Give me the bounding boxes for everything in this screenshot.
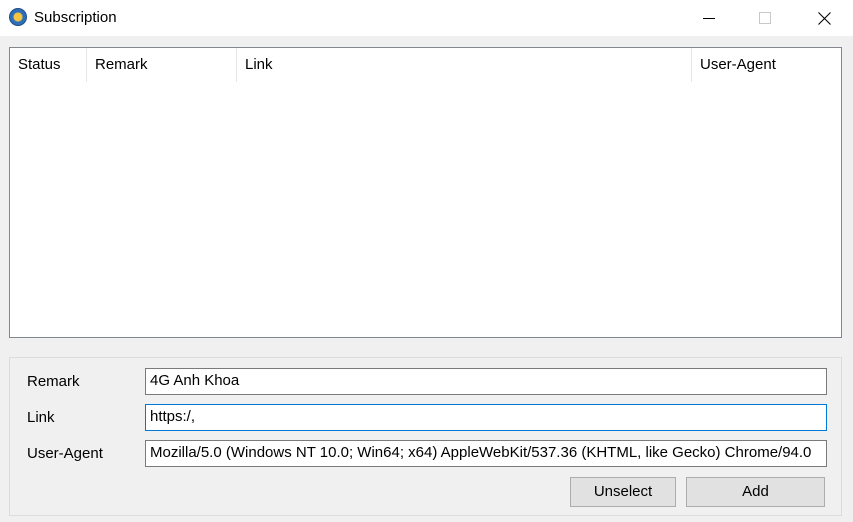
maximize-button[interactable] — [742, 0, 788, 36]
link-label: Link — [27, 409, 55, 426]
maximize-icon — [759, 12, 771, 24]
column-header-remark[interactable]: Remark — [87, 48, 237, 82]
minimize-icon — [703, 17, 715, 19]
add-button[interactable]: Add — [686, 477, 825, 507]
unselect-button[interactable]: Unselect — [570, 477, 676, 507]
user-agent-input[interactable]: Mozilla/5.0 (Windows NT 10.0; Win64; x64… — [145, 440, 827, 467]
close-button[interactable] — [801, 0, 847, 36]
close-icon — [817, 11, 831, 25]
remark-label: Remark — [27, 373, 80, 390]
subscription-list[interactable]: Status Remark Link User-Agent — [9, 47, 842, 338]
app-globe-icon — [9, 8, 27, 26]
minimize-button[interactable] — [686, 0, 732, 36]
column-header-user-agent[interactable]: User-Agent — [692, 48, 841, 82]
list-header: Status Remark Link User-Agent — [10, 48, 841, 82]
column-header-status[interactable]: Status — [10, 48, 87, 82]
column-header-link[interactable]: Link — [237, 48, 692, 82]
remark-input[interactable]: 4G Anh Khoa — [145, 368, 827, 395]
title-bar: Subscription — [0, 0, 853, 36]
subscription-form: Remark 4G Anh Khoa Link https:/, User-Ag… — [9, 357, 842, 516]
link-input[interactable]: https:/, — [145, 404, 827, 431]
user-agent-label: User-Agent — [27, 445, 103, 462]
window-title: Subscription — [34, 9, 117, 26]
